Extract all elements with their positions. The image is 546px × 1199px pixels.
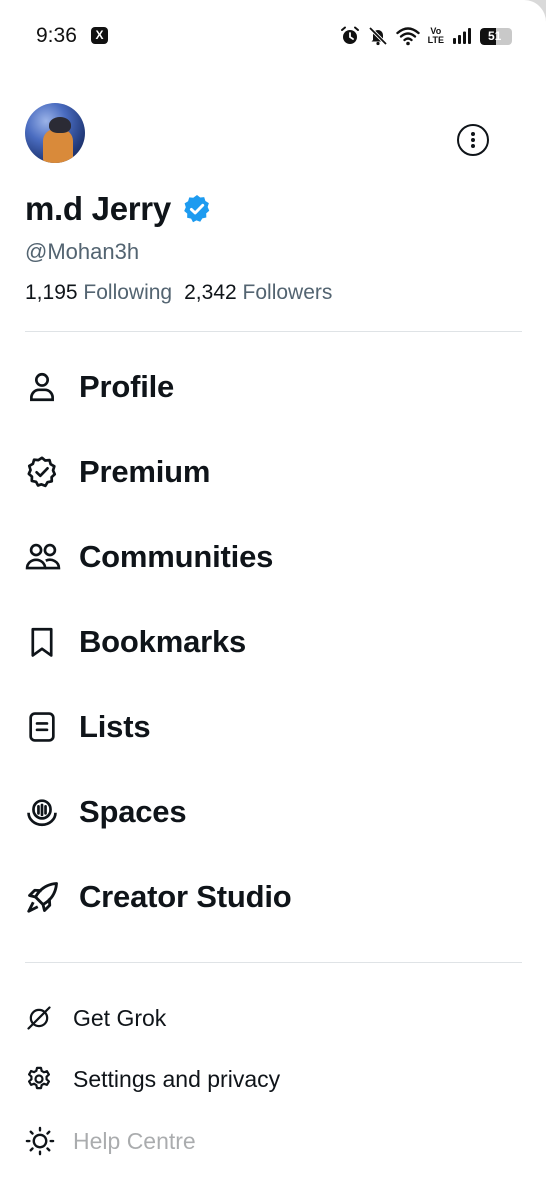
user-handle: @Mohan3h	[25, 239, 140, 264]
menu-item-profile[interactable]: Profile	[25, 365, 174, 409]
display-name-text: m.d Jerry	[25, 190, 171, 227]
menu-item-spaces[interactable]: Spaces	[25, 790, 187, 834]
sun-icon	[25, 1126, 55, 1156]
verified-badge-icon	[184, 195, 210, 223]
menu-item-get-grok[interactable]: Get Grok	[25, 1001, 166, 1035]
wifi-icon	[395, 27, 420, 46]
grok-icon	[25, 1003, 55, 1033]
navigation-drawer: 9:36 X Vo LTE 51 m.d Jerry @Mohan3h 1,19…	[0, 0, 546, 1199]
divider	[25, 331, 522, 332]
follow-stats: 1,195 Following 2,342 Followers	[25, 281, 332, 305]
menu-item-premium[interactable]: Premium	[25, 450, 210, 494]
x-app-notification-icon: X	[91, 27, 108, 44]
following-link[interactable]: 1,195 Following	[25, 281, 172, 305]
verified-badge-icon	[25, 454, 61, 490]
followers-link[interactable]: 2,342 Followers	[184, 281, 332, 305]
mute-notifications-icon	[368, 26, 387, 46]
rocket-icon	[25, 879, 61, 915]
menu-item-help-centre[interactable]: Help Centre	[25, 1124, 196, 1158]
menu-item-bookmarks[interactable]: Bookmarks	[25, 620, 246, 664]
menu-item-lists[interactable]: Lists	[25, 705, 151, 749]
battery-icon: 51	[480, 27, 512, 45]
avatar[interactable]	[25, 103, 85, 163]
person-icon	[25, 369, 61, 405]
microphone-icon	[25, 794, 61, 830]
menu-item-communities[interactable]: Communities	[25, 535, 273, 579]
people-icon	[25, 539, 61, 575]
alarm-icon	[340, 26, 359, 44]
menu-item-settings[interactable]: Settings and privacy	[25, 1062, 280, 1096]
status-time: 9:36	[36, 24, 77, 47]
list-icon	[25, 709, 61, 745]
menu-item-creator-studio[interactable]: Creator Studio	[25, 875, 292, 919]
more-options-button[interactable]	[457, 124, 489, 156]
gear-icon	[25, 1064, 55, 1094]
status-bar: 9:36 X Vo LTE 51	[0, 0, 546, 72]
status-icons: Vo LTE 51	[340, 24, 512, 48]
signal-icon	[453, 28, 471, 44]
bookmark-icon	[25, 624, 61, 660]
divider	[25, 962, 522, 963]
battery-level: 51	[488, 28, 502, 43]
display-name[interactable]: m.d Jerry	[25, 190, 213, 228]
volte-indicator: Vo LTE	[427, 26, 444, 45]
